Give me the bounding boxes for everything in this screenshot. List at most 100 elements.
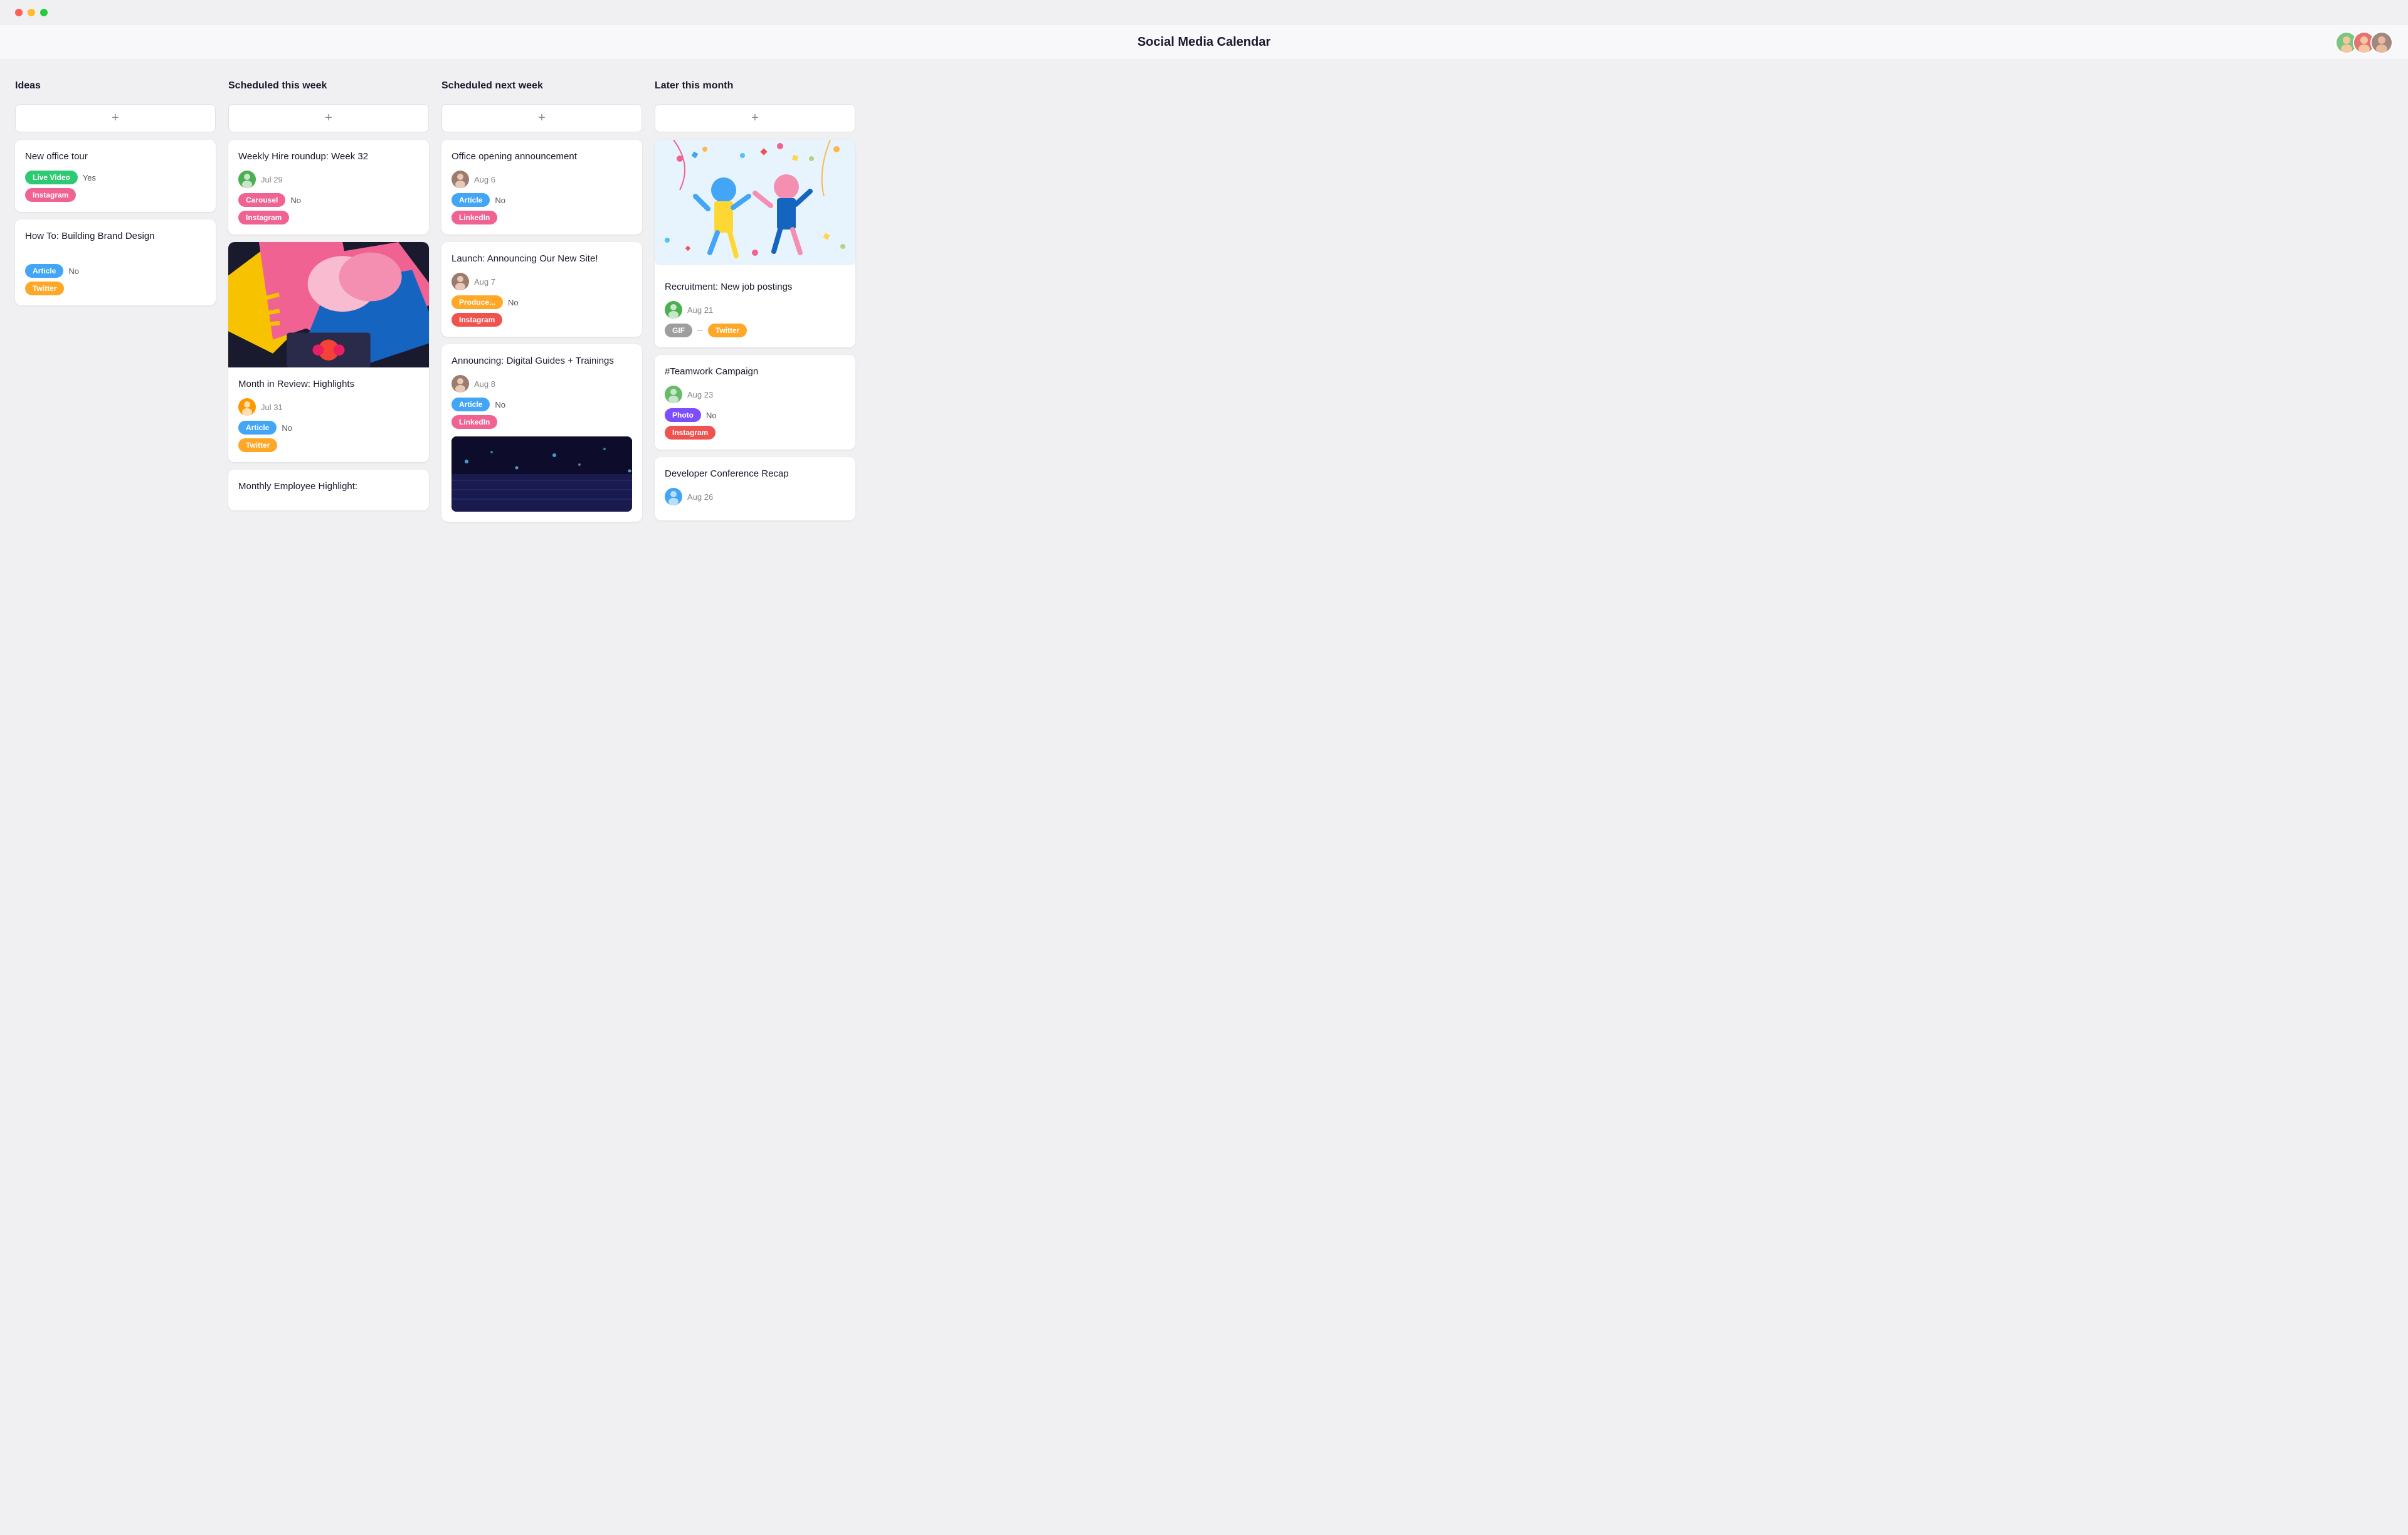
- minimize-button[interactable]: [28, 9, 35, 16]
- badge-linkedin-1: LinkedIn: [452, 415, 497, 429]
- badge-article-0: Article: [25, 264, 63, 278]
- card-title-weekly-hire: Weekly Hire roundup: Week 32: [238, 150, 419, 163]
- badge-twitter-0: Twitter: [25, 282, 64, 295]
- label-no-weekly: No: [290, 196, 301, 205]
- badge-article-2: Article: [452, 193, 490, 207]
- add-card-later-this-month[interactable]: +: [655, 104, 855, 132]
- card-date-recruitment: Aug 21: [687, 305, 713, 315]
- avatar-image-3: [2372, 33, 2392, 53]
- badge-gif: GIF: [665, 324, 692, 337]
- card-image-celebration: [655, 140, 855, 265]
- badge-produce: Produce...: [452, 295, 503, 309]
- maximize-button[interactable]: [40, 9, 48, 16]
- avatar-svg-weekly-hire: [238, 171, 256, 188]
- card-meta-launch-new-site: Aug 7: [452, 273, 632, 290]
- card-meta-recruitment: Aug 21: [665, 301, 845, 319]
- badges-row-instagram-1: Instagram: [238, 211, 419, 224]
- badge-article-1: Article: [238, 421, 277, 435]
- badges-row-instagram-3: Instagram: [665, 426, 845, 440]
- badge-twitter-1: Twitter: [238, 438, 277, 452]
- card-date-month-review: Jul 31: [261, 403, 283, 412]
- card-image-digital-guides: [452, 436, 632, 512]
- card-title-office-opening: Office opening announcement: [452, 150, 632, 163]
- card-building-brand: How To: Building Brand Design Article No…: [15, 219, 216, 305]
- column-later-this-month: Later this month + ···: [655, 80, 855, 522]
- card-avatar-weekly-hire: [238, 171, 256, 188]
- kanban-board: Ideas + New office tour Live Video Yes I…: [0, 60, 2408, 537]
- badges-row-article-0: Article No: [25, 264, 206, 278]
- badge-live-video: Live Video: [25, 171, 78, 184]
- app-header: Social Media Calendar: [0, 25, 2408, 60]
- add-card-next-week[interactable]: +: [441, 104, 642, 132]
- avatar-circle-3: [2372, 33, 2392, 53]
- card-date-teamwork-campaign: Aug 23: [687, 390, 713, 399]
- column-ideas: Ideas + New office tour Live Video Yes I…: [15, 80, 216, 522]
- badges-row-article-2: Article No: [452, 193, 632, 207]
- card-meta-month-review: Jul 31: [238, 398, 419, 416]
- card-title-monthly-employee: Monthly Employee Highlight:: [238, 480, 419, 493]
- badges-row-gif-twitter: GIF – Twitter: [665, 324, 845, 337]
- card-avatar-office-opening: [452, 171, 469, 188]
- celebration-svg: [655, 140, 855, 265]
- card-monthly-employee: Monthly Employee Highlight:: [228, 470, 429, 510]
- badges-row-carousel: Carousel No: [238, 193, 419, 207]
- card-date-launch-new-site: Aug 7: [474, 277, 495, 287]
- user-avatars: [2335, 31, 2393, 54]
- badges-row-article-1: Article No: [238, 421, 419, 435]
- column-scheduled-this-week: Scheduled this week + Weekly Hire roundu…: [228, 80, 429, 522]
- badges-row-twitter-0: Twitter: [25, 282, 206, 295]
- card-meta-digital-guides: Aug 8: [452, 375, 632, 393]
- card-date-digital-guides: Aug 8: [474, 379, 495, 389]
- card-title-teamwork-campaign: #Teamwork Campaign: [665, 365, 845, 378]
- card-date-developer-conference: Aug 26: [687, 492, 713, 502]
- badges-row-produce: Produce... No: [452, 295, 632, 309]
- card-title-month-review: Month in Review: Highlights: [238, 377, 419, 391]
- badge-article-3: Article: [452, 398, 490, 411]
- badges-row-linkedin-1: LinkedIn: [452, 415, 632, 429]
- badge-twitter-2: Twitter: [708, 324, 747, 337]
- avatar-svg-developer-conference: [665, 488, 682, 505]
- card-meta-developer-conference: Aug 26: [665, 488, 845, 505]
- card-teamwork-campaign: #Teamwork Campaign Aug 23 Photo No Insta…: [655, 355, 855, 450]
- title-bar: [0, 0, 2408, 25]
- card-title-new-office-tour: New office tour: [25, 150, 206, 163]
- add-card-this-week[interactable]: +: [228, 104, 429, 132]
- badges-row-instagram-2: Instagram: [452, 313, 632, 327]
- avatar-3[interactable]: [2370, 31, 2393, 54]
- add-card-ideas[interactable]: +: [15, 104, 216, 132]
- label-no-5: No: [706, 411, 717, 420]
- badge-linkedin-0: LinkedIn: [452, 211, 497, 224]
- dash-separator: –: [697, 325, 703, 336]
- column-header-ideas: Ideas: [15, 80, 216, 97]
- card-date-office-opening: Aug 6: [474, 175, 495, 184]
- card-title-developer-conference: Developer Conference Recap: [665, 467, 845, 480]
- card-avatar-launch-new-site: [452, 273, 469, 290]
- card-content-month-review: Month in Review: Highlights Jul 31 Artic…: [228, 367, 429, 462]
- card-office-opening: Office opening announcement Aug 6 Articl…: [441, 140, 642, 235]
- avatar-svg-teamwork: [665, 386, 682, 403]
- card-avatar-teamwork-campaign: [665, 386, 682, 403]
- card-digital-guides: Announcing: Digital Guides + Trainings A…: [441, 344, 642, 522]
- card-meta-teamwork-campaign: Aug 23: [665, 386, 845, 403]
- avatar-svg-month-review: [238, 398, 256, 416]
- label-yes-0: Yes: [83, 173, 96, 182]
- badge-carousel: Carousel: [238, 193, 285, 207]
- card-meta-weekly-hire: Jul 29: [238, 171, 419, 188]
- badges-row-linkedin-0: LinkedIn: [452, 211, 632, 224]
- card-new-office-tour: New office tour Live Video Yes Instagram: [15, 140, 216, 212]
- label-no-4: No: [495, 400, 505, 409]
- column-scheduled-next-week: Scheduled next week + Office opening ann…: [441, 80, 642, 522]
- label-no-0: No: [68, 266, 79, 276]
- card-title-launch-new-site: Launch: Announcing Our New Site!: [452, 252, 632, 265]
- label-no-3: No: [508, 298, 519, 307]
- badge-instagram-2: Instagram: [452, 313, 502, 327]
- column-header-later-this-month: Later this month: [655, 80, 855, 97]
- card-month-review: Month in Review: Highlights Jul 31 Artic…: [228, 242, 429, 462]
- avatar-svg-digital-guides: [452, 375, 469, 393]
- close-button[interactable]: [15, 9, 23, 16]
- card-avatar-developer-conference: [665, 488, 682, 505]
- card-title-digital-guides: Announcing: Digital Guides + Trainings: [452, 354, 632, 367]
- card-developer-conference: Developer Conference Recap Aug 26: [655, 457, 855, 520]
- badges-row-photo: Photo No: [665, 408, 845, 422]
- card-date-weekly-hire: Jul 29: [261, 175, 283, 184]
